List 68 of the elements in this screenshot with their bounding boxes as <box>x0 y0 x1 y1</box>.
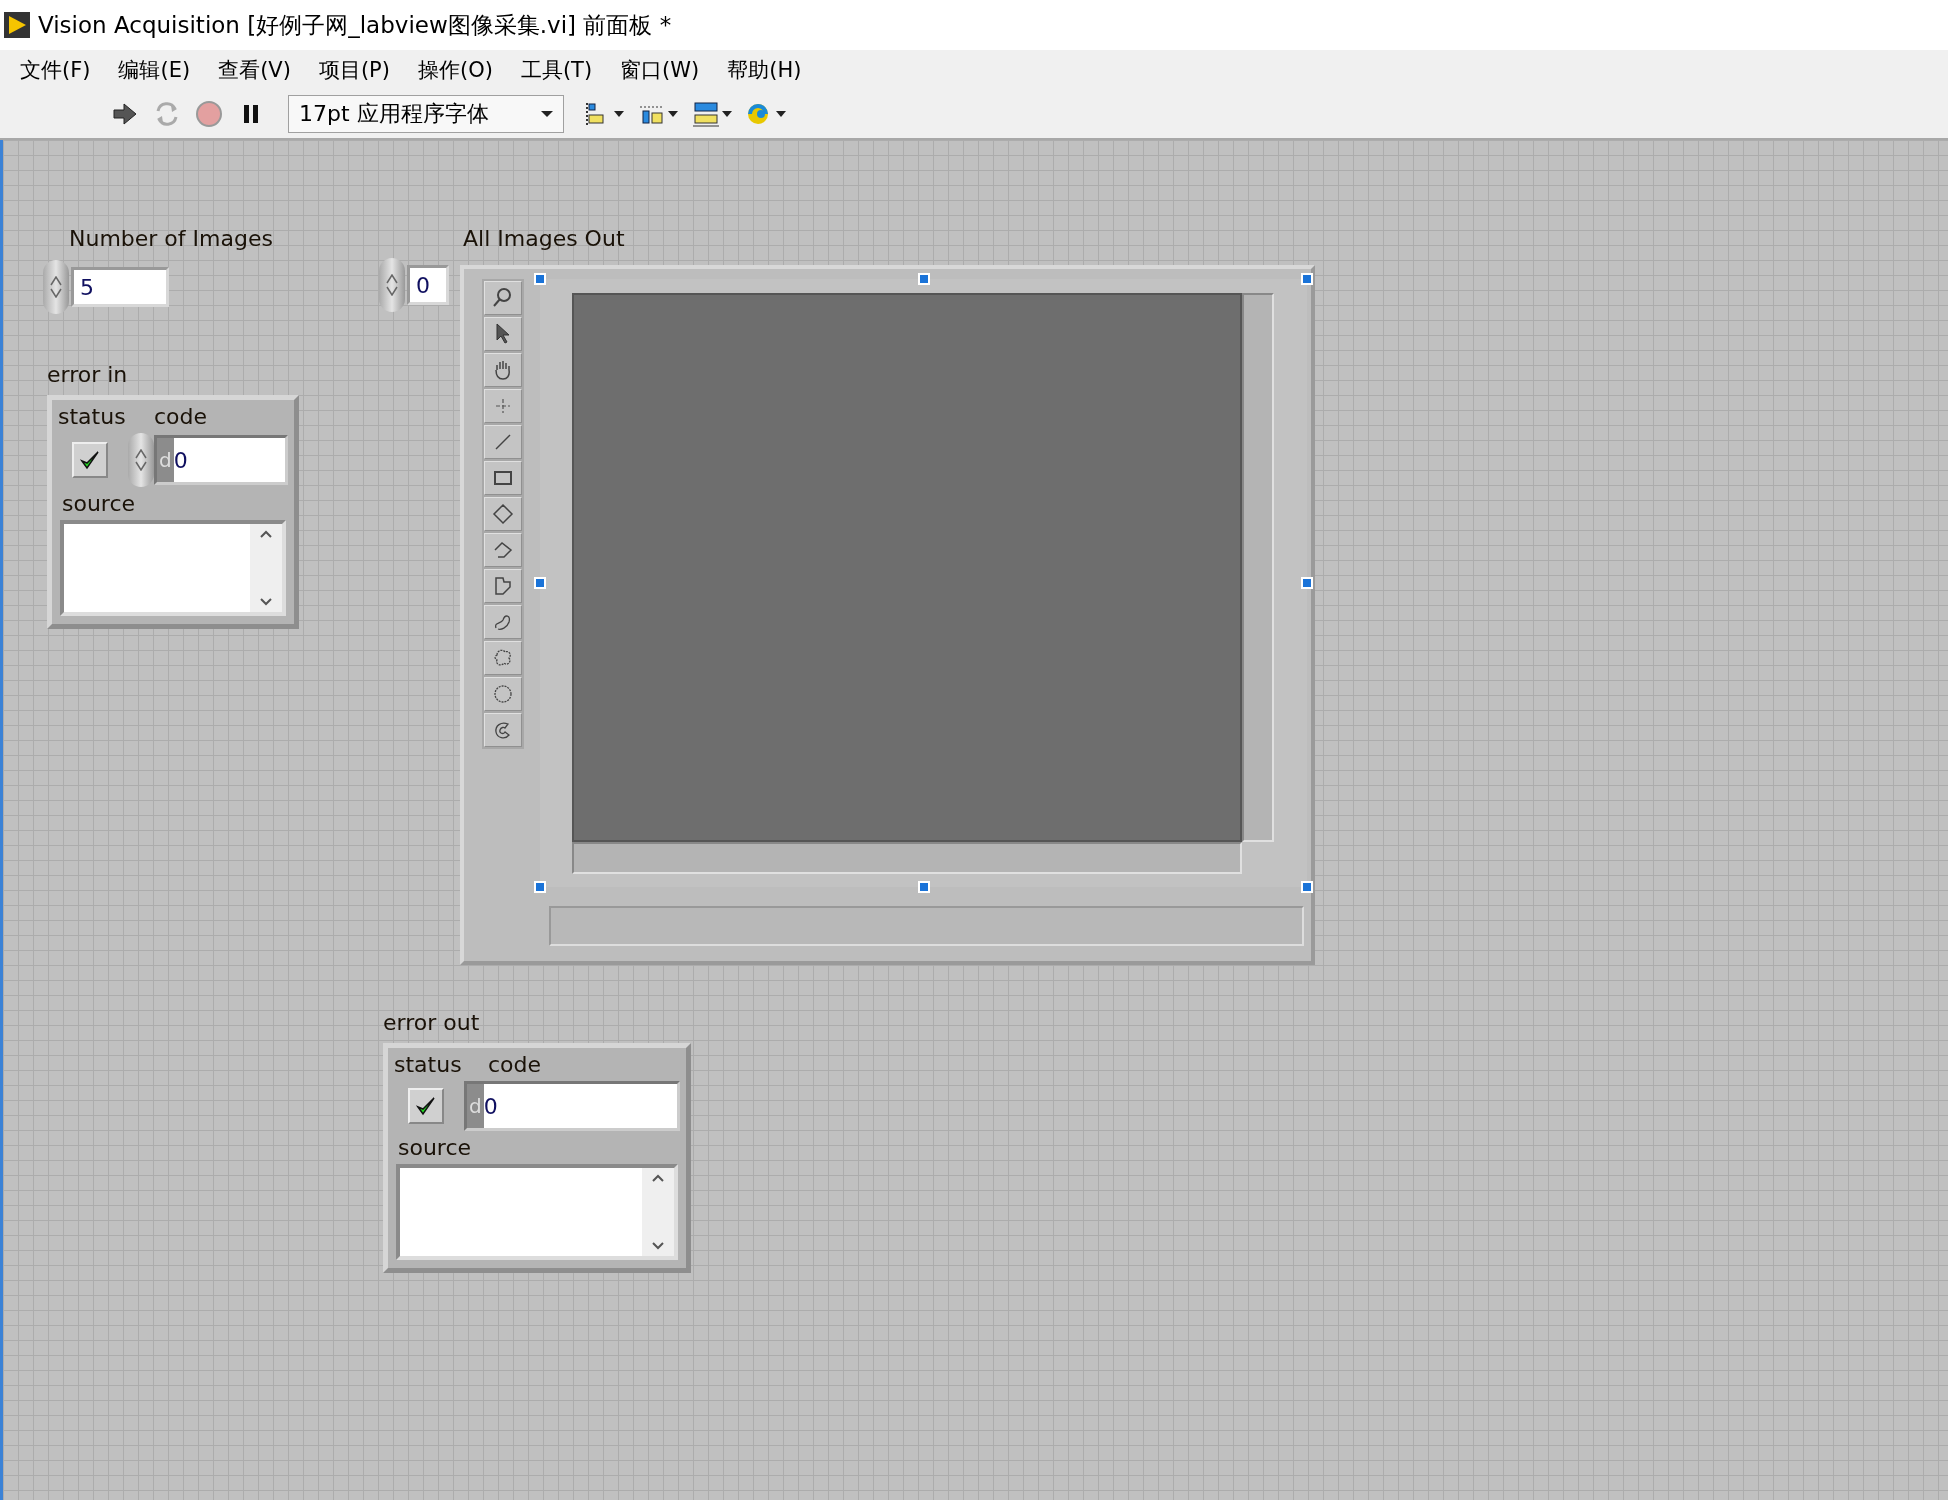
checkmark-icon <box>78 449 102 471</box>
increment-decrement-arrows[interactable] <box>43 260 69 314</box>
polyline-tool-button[interactable] <box>484 533 522 567</box>
selection-handle[interactable] <box>917 273 930 285</box>
font-value: 17pt 应用程序字体 <box>299 100 489 128</box>
app-icon <box>4 12 30 38</box>
menu-item[interactable]: 文件(F) <box>6 56 105 84</box>
menu-item[interactable]: 窗口(W) <box>606 56 714 84</box>
freehand-line-tool-button[interactable] <box>484 605 522 639</box>
polygon-tool-button[interactable] <box>484 569 522 603</box>
scroll-down-icon[interactable] <box>260 597 272 606</box>
zoom-tool-button[interactable] <box>484 281 522 315</box>
scroll-up-icon[interactable] <box>652 1174 664 1183</box>
menu-item[interactable]: 帮助(H) <box>713 56 816 84</box>
numeric-field[interactable]: 5 <box>71 267 169 307</box>
radix-indicator: d <box>158 448 173 472</box>
vertical-scrollbar[interactable] <box>1242 293 1274 842</box>
field-label: source <box>397 1135 473 1160</box>
field-label: code <box>154 404 208 429</box>
radix-indicator: d <box>468 1094 483 1118</box>
selection-handle[interactable] <box>1301 273 1313 285</box>
field-label: source <box>61 491 137 516</box>
pointer-tool-button[interactable] <box>484 317 522 351</box>
status-checkbox[interactable] <box>408 1088 444 1124</box>
rectangle-tool-button[interactable] <box>484 461 522 495</box>
diamond-icon <box>491 502 515 526</box>
control-label: All Images Out <box>463 226 625 251</box>
selection-handle[interactable] <box>917 881 930 893</box>
circle-icon <box>491 682 515 706</box>
selection-handle[interactable] <box>1301 881 1313 893</box>
control-label: Number of Images <box>69 226 273 251</box>
field-label: status <box>58 404 127 429</box>
oval-tool-button[interactable] <box>484 677 522 711</box>
cluster-label: error in <box>47 362 128 387</box>
selection-handle[interactable] <box>534 577 546 589</box>
increment-decrement-arrows[interactable] <box>379 258 405 312</box>
font-dropdown[interactable]: 17pt 应用程序字体 <box>288 95 564 133</box>
field-label: code <box>488 1052 542 1077</box>
menu-item[interactable]: 查看(V) <box>204 56 305 84</box>
code-field[interactable]: 0 <box>173 438 285 482</box>
menu-item[interactable]: 项目(P) <box>304 56 404 84</box>
code-field: 0 <box>483 1084 677 1128</box>
resize-objects-icon[interactable] <box>692 99 734 129</box>
scroll-down-icon[interactable] <box>652 1241 664 1250</box>
rotated-rectangle-tool-button[interactable] <box>484 497 522 531</box>
point-tool-button[interactable] <box>484 389 522 423</box>
menu-item[interactable]: 操作(O) <box>403 56 507 84</box>
increment-decrement-arrows[interactable] <box>128 433 154 487</box>
source-text-field[interactable] <box>60 520 286 616</box>
selection-handle[interactable] <box>534 881 546 893</box>
horizontal-scrollbar[interactable] <box>572 842 1242 874</box>
menu-item[interactable]: 工具(T) <box>506 56 607 84</box>
window-title: Vision Acquisition [好例子网_labview图像采集.vi] 前面板 * <box>38 10 672 40</box>
array-index-field[interactable]: 0 <box>407 265 449 305</box>
field-label: status <box>394 1052 463 1077</box>
cluster-label: error out <box>383 1010 480 1035</box>
scroll-up-icon[interactable] <box>260 530 272 539</box>
status-checkbox[interactable] <box>72 442 108 478</box>
annulus-tool-button[interactable] <box>484 713 522 747</box>
menu-item[interactable]: 编辑(E) <box>104 56 205 84</box>
selection-handle[interactable] <box>534 273 546 285</box>
checkmark-icon <box>414 1095 438 1117</box>
pan-tool-button[interactable] <box>484 353 522 387</box>
abort-icon[interactable] <box>194 99 224 129</box>
dropdown-caret-icon <box>541 111 553 117</box>
selection-handle[interactable] <box>1301 577 1313 589</box>
freehand-tool-button[interactable] <box>484 641 522 675</box>
array-scrollbar[interactable] <box>549 906 1304 946</box>
